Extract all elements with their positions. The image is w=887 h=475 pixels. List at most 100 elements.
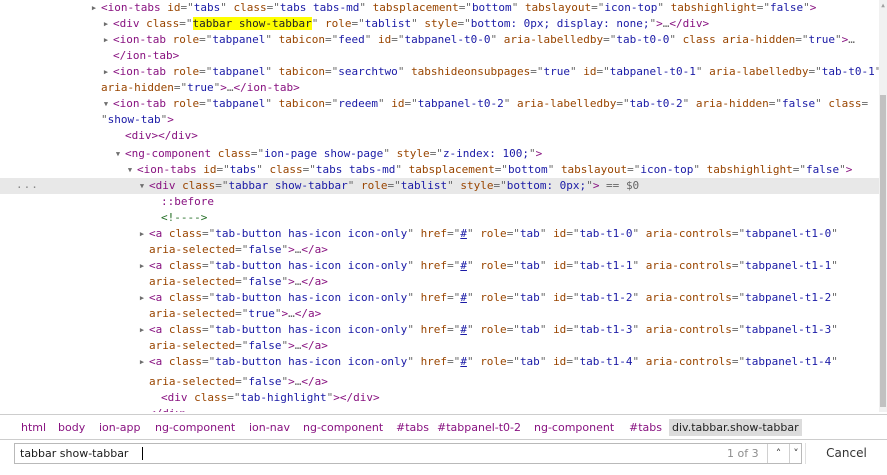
scroll-up-arrow-icon[interactable]: ▲	[879, 0, 887, 12]
dom-node-line[interactable]: <div></div>	[0, 128, 879, 144]
breadcrumb-item[interactable]: div.tabbar.show-tabbar	[669, 419, 802, 436]
breadcrumb-item[interactable]: ion-app	[96, 419, 143, 436]
dom-node-line[interactable]: ▶ <ion-tabs id="tabs" class="tabs tabs-md…	[0, 0, 879, 16]
dom-node-line[interactable]: aria-hidden="true">…</ion-tab>	[0, 80, 879, 96]
previous-match-button[interactable]: ˄	[767, 444, 789, 463]
expand-down-triangle-icon[interactable]: ▼	[114, 146, 122, 162]
expand-right-triangle-icon[interactable]: ▶	[102, 32, 110, 48]
markup-token: "	[265, 65, 279, 78]
node-options-icon[interactable]: ...	[16, 178, 39, 192]
breadcrumb-item[interactable]: #tabs	[393, 419, 432, 436]
expand-right-triangle-icon[interactable]: ▶	[102, 64, 110, 80]
cancel-button[interactable]: Cancel	[805, 443, 887, 464]
expand-down-triangle-icon[interactable]: ▼	[126, 162, 134, 178]
markup-token: ="	[566, 227, 580, 240]
search-input[interactable]	[15, 444, 695, 463]
dom-node-line[interactable]: </div>	[0, 406, 879, 412]
node-markup: <ion-tabs id="tabs" class="tabs tabs-md"…	[101, 0, 816, 16]
markup-token: "	[466, 227, 481, 240]
expand-right-triangle-icon[interactable]: ▶	[138, 258, 146, 274]
markup-token: …	[848, 33, 855, 46]
markup-token: "	[511, 1, 525, 14]
markup-token: >	[656, 17, 663, 30]
markup-token: true	[808, 33, 835, 46]
elements-tree[interactable]: ▶ <ion-tabs id="tabs" class="tabs tabs-md…	[0, 0, 879, 412]
dom-node-line[interactable]: ▼ <ion-tabs id="tabs" class="tabs tabs-md…	[0, 162, 879, 178]
breadcrumb-item[interactable]: html	[18, 419, 49, 436]
markup-token: ="	[202, 259, 216, 272]
next-match-button[interactable]: ˅	[789, 444, 802, 463]
dom-node-line[interactable]: "show-tab">	[0, 112, 879, 128]
dom-node-line[interactable]: ▶ <ion-tab role="tabpanel" tabicon="searc…	[0, 64, 879, 80]
markup-token: id	[553, 323, 567, 336]
dom-node-line[interactable]: aria-selected="false">…</a>	[0, 374, 879, 390]
search-bar: 1 of 3 ˄ ˅ Cancel	[0, 439, 887, 475]
markup-token: "	[831, 323, 838, 336]
breadcrumb-item[interactable]: ng-component	[531, 419, 617, 436]
markup-token: aria-controls	[645, 227, 732, 240]
dom-node-line[interactable]: </ion-tab>	[0, 48, 879, 64]
dom-node-line[interactable]: aria-selected="true">…</a>	[0, 306, 879, 322]
dom-node-line[interactable]: ▼ <ng-component class="ion-page show-page…	[0, 146, 879, 162]
markup-token[interactable]: #	[460, 259, 467, 272]
breadcrumb-item[interactable]: #tabpanel-t0-2	[434, 419, 524, 436]
expand-right-triangle-icon[interactable]: ▶	[138, 290, 146, 306]
dom-node-line[interactable]: aria-selected="false">…</a>	[0, 242, 879, 258]
breadcrumb-item[interactable]: ng-component	[152, 419, 238, 436]
markup-token: tab	[519, 227, 540, 240]
dom-node-line[interactable]: ▶ <a class="tab-button has-icon icon-only…	[0, 354, 879, 370]
breadcrumb-item[interactable]: body	[55, 419, 88, 436]
markup-token: ="	[616, 97, 630, 110]
expand-down-triangle-icon[interactable]: ▼	[138, 178, 146, 194]
markup-token: tabicon	[278, 33, 325, 46]
markup-token: bottom: 0px; display: none;	[470, 17, 650, 30]
markup-token: </a>	[301, 375, 328, 388]
dom-node-selected[interactable]: ... ▼ <div class="tabbar show-tabbar" role…	[0, 178, 879, 194]
markup-token: <ion-tabs	[137, 163, 204, 176]
breadcrumb-item[interactable]: ion-nav	[246, 419, 293, 436]
dom-node-line[interactable]: ▶ <a class="tab-button has-icon icon-only…	[0, 322, 879, 338]
markup-token: tabpanel	[212, 65, 266, 78]
markup-token: "	[466, 291, 481, 304]
expand-right-triangle-icon[interactable]: ▶	[138, 354, 146, 370]
markup-token: class	[828, 97, 862, 110]
expand-right-triangle-icon[interactable]: ▶	[138, 322, 146, 338]
markup-token: <a	[149, 355, 169, 368]
markup-token: ="	[250, 147, 265, 160]
markup-token: </div>	[669, 17, 710, 30]
dom-node-line[interactable]: <!---->	[0, 210, 879, 226]
dom-node-line[interactable]: ▶ <ion-tab role="tabpanel" tabicon="feed"…	[0, 32, 879, 48]
expand-right-triangle-icon[interactable]: ▶	[102, 16, 110, 32]
elements-scrollbar[interactable]: ▲	[879, 0, 887, 412]
markup-token: $0	[625, 179, 640, 192]
expand-right-triangle-icon[interactable]: ▶	[138, 226, 146, 242]
breadcrumb-item[interactable]: ng-component	[300, 419, 386, 436]
markup-token: "	[395, 163, 409, 176]
markup-token: >	[288, 275, 295, 288]
markup-token[interactable]: #	[460, 355, 467, 368]
markup-token[interactable]: #	[460, 291, 467, 304]
markup-token[interactable]: #	[460, 323, 467, 336]
dom-node-line[interactable]: aria-selected="false">…</a>	[0, 274, 879, 290]
markup-token: ==	[599, 179, 626, 192]
expand-right-triangle-icon[interactable]: ▶	[90, 0, 98, 16]
dom-node-line[interactable]: ▶ <a class="tab-button has-icon icon-only…	[0, 290, 879, 306]
dom-node-line[interactable]: ▶ <a class="tab-button has-icon icon-only…	[0, 258, 879, 274]
dom-node-line[interactable]: ::before	[0, 194, 879, 210]
markup-token: tabslayout	[524, 1, 592, 14]
markup-token: tabshighlight	[706, 163, 793, 176]
scrollbar-thumb[interactable]	[880, 95, 886, 407]
dom-node-line[interactable]: ▼ <ion-tab role="tabpanel" tabicon="redee…	[0, 96, 879, 112]
markup-token: false	[248, 243, 282, 256]
markup-token[interactable]: #	[460, 227, 467, 240]
dom-node-line[interactable]: aria-selected="false">…</a>	[0, 338, 879, 354]
expand-down-triangle-icon[interactable]: ▼	[102, 96, 110, 112]
breadcrumb-item[interactable]: #tabs	[626, 419, 665, 436]
dom-node-line[interactable]: <div class="tab-highlight"></div>	[0, 390, 879, 406]
dom-node-line[interactable]: ▶ <div class="tabbar show-tabbar" role="t…	[0, 16, 879, 32]
node-markup: ::before	[161, 194, 214, 210]
node-markup: <ion-tabs id="tabs" class="tabs tabs-md"…	[137, 162, 852, 178]
markup-token: role	[480, 291, 507, 304]
markup-token: "	[503, 97, 518, 110]
dom-node-line[interactable]: ▶ <a class="tab-button has-icon icon-only…	[0, 226, 879, 242]
